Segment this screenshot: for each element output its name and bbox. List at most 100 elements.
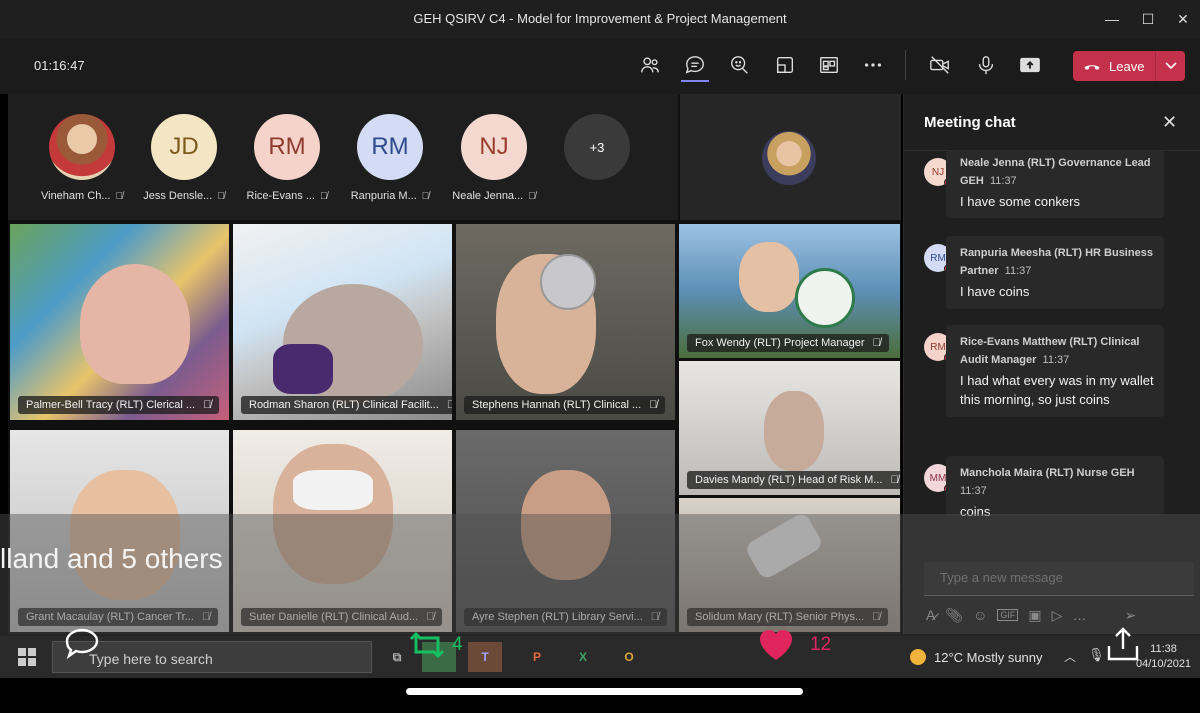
message-time: 11:37 <box>960 485 987 497</box>
share-icon[interactable] <box>1017 52 1043 78</box>
hang-up-icon <box>1083 59 1101 74</box>
participant-avatar[interactable]: RM Rice-Evans ... 🎙̸ <box>237 114 337 202</box>
participant-avatar-row: Vineham Ch... 🎙̸ JD Jess Densle... 🎙̸ RM R… <box>8 94 678 220</box>
participant-name: Vineham Ch... <box>40 190 111 202</box>
tile-label: Davies Mandy (RLT) Head of Risk M... 🎙̸ <box>687 471 900 489</box>
like-count: 12 <box>810 634 832 655</box>
mic-icon[interactable] <box>973 52 999 78</box>
people-icon[interactable] <box>637 52 663 78</box>
tray-mic-icon[interactable]: 🎙︎ <box>1088 647 1105 663</box>
more-participants[interactable]: +3 <box>547 114 647 180</box>
active-tab-indicator <box>681 80 709 82</box>
taskbar-search-input[interactable]: Type here to search <box>52 641 372 673</box>
windows-start-icon[interactable] <box>18 648 36 666</box>
reply-icon[interactable] <box>64 627 100 659</box>
message-text: I had what every was in my wallet this m… <box>960 373 1154 407</box>
mic-off-icon: 🎙̸ <box>217 190 225 202</box>
weather-widget[interactable]: 12°C Mostly sunny <box>910 649 1043 665</box>
message-text: I have some conkers <box>960 194 1080 209</box>
clock-date: 04/10/2021 <box>1136 658 1192 670</box>
avatar-photo <box>49 114 115 180</box>
message-sender: Neale Jenna (RLT) Governance Lead GEH <box>960 157 1151 187</box>
apps-icon[interactable] <box>816 52 842 78</box>
video-tile[interactable]: Davies Mandy (RLT) Head of Risk M... 🎙̸ <box>679 361 900 495</box>
participant-video <box>764 391 824 471</box>
video-tile[interactable]: Stephens Hannah (RLT) Clinical ... 🎙̸ <box>456 224 675 420</box>
meeting-toolbar: 01:16:47 Leave <box>0 38 1200 94</box>
taskbar-clock[interactable]: 11:38 04/10/2021 <box>1136 642 1191 672</box>
coin <box>540 254 596 310</box>
participant-avatar[interactable]: Vineham Ch... 🎙̸ <box>32 114 132 202</box>
avatar-initials: RM <box>357 114 423 180</box>
avatar-initials: RM <box>254 114 320 180</box>
mic-off-icon: 🎙̸ <box>421 190 430 202</box>
mic-off-icon: 🎙̸ <box>446 399 452 411</box>
video-tile[interactable]: Palmer-Bell Tracy (RLT) Clerical ... 🎙̸ <box>10 224 229 420</box>
avatar-initials: JD <box>151 114 217 180</box>
chat-message: NJ Neale Jenna (RLT) Governance Lead GEH… <box>924 150 1164 220</box>
participant-avatar[interactable]: JD Jess Densle... 🎙̸ <box>134 114 234 202</box>
leave-label: Leave <box>1109 58 1145 74</box>
home-indicator[interactable] <box>406 688 803 695</box>
message-time: 11:37 <box>989 175 1017 187</box>
more-icon[interactable] <box>860 52 886 78</box>
message-sender: Manchola Maira (RLT) Nurse GEH <box>960 467 1135 479</box>
message-time: 11:37 <box>1004 265 1032 277</box>
participant-avatar[interactable]: NJ Neale Jenna... 🎙̸ <box>444 114 544 202</box>
like-control[interactable]: 12 <box>758 628 831 662</box>
powerpoint-app-icon[interactable]: P <box>520 642 554 672</box>
teams-app-icon[interactable]: T <box>468 642 502 672</box>
chat-title: Meeting chat <box>924 114 1016 131</box>
message-bubble: Manchola Maira (RLT) Nurse GEH 11:37 coin… <box>946 456 1164 516</box>
video-tile[interactable]: Rodman Sharon (RLT) Clinical Facilit... 🎙… <box>233 224 452 420</box>
close-window-button[interactable]: ✕ <box>1172 8 1194 30</box>
mic-off-icon: 🎙̸ <box>872 337 881 349</box>
maximize-button[interactable]: ☐ <box>1137 8 1159 30</box>
leave-main[interactable]: Leave <box>1073 51 1155 81</box>
rooms-icon[interactable] <box>772 52 798 78</box>
minimize-button[interactable]: — <box>1101 8 1123 30</box>
face-mask <box>293 470 373 510</box>
message-text: I have coins <box>960 284 1030 299</box>
retweet-count: 4 <box>452 634 463 655</box>
participant-video <box>80 264 190 384</box>
windows-taskbar: Type here to search ⧉ T P X O 12°C Mostl… <box>0 636 1200 678</box>
mic-off-icon: 🎙̸ <box>115 190 124 202</box>
system-tray-chevron-icon[interactable]: ︿ <box>1064 648 1076 665</box>
leave-button[interactable]: Leave <box>1073 51 1185 81</box>
retweet-control[interactable]: 4 <box>408 628 463 662</box>
tile-label: Rodman Sharon (RLT) Clinical Facilit... 🎙… <box>241 396 452 414</box>
message-bubble: Ranpuria Meesha (RLT) HR Business Partne… <box>946 236 1164 309</box>
weather-text: 12°C Mostly sunny <box>934 649 1043 665</box>
weather-sun-icon <box>910 649 926 665</box>
participant-name: Jess Densle... <box>143 190 213 202</box>
reactions-icon[interactable] <box>727 52 753 78</box>
ios-home-area <box>0 678 1200 713</box>
message-sender: Ranpuria Meesha (RLT) HR Business Partne… <box>960 247 1153 277</box>
chevron-down-icon[interactable] <box>1156 62 1185 70</box>
caption-overlay <box>0 514 1200 636</box>
mic-off-icon: 🎙̸ <box>203 399 212 411</box>
tile-label: Stephens Hannah (RLT) Clinical ... 🎙̸ <box>464 396 666 414</box>
excel-app-icon[interactable]: X <box>566 642 600 672</box>
participant-name: Ranpuria M... <box>350 190 417 202</box>
outlook-app-icon[interactable]: O <box>612 642 646 672</box>
more-participants-count: +3 <box>564 114 630 180</box>
video-tile[interactable]: Fox Wendy (RLT) Project Manager 🎙̸ <box>679 224 900 358</box>
participant-video <box>739 242 799 312</box>
avatar-initials: NJ <box>461 114 527 180</box>
camera-off-icon[interactable] <box>927 52 953 78</box>
close-icon[interactable]: ✕ <box>1162 112 1177 133</box>
retweet-icon <box>409 631 445 659</box>
share-tweet-icon[interactable] <box>1106 626 1140 662</box>
participant-avatar[interactable]: RM Ranpuria M... 🎙̸ <box>340 114 440 202</box>
tile-label: Palmer-Bell Tracy (RLT) Clerical ... 🎙̸ <box>18 396 220 414</box>
mic-off-icon: 🎙̸ <box>319 190 328 202</box>
chat-message: MM Manchola Maira (RLT) Nurse GEH 11:37 c… <box>924 456 1164 516</box>
chat-message: RM Ranpuria Meesha (RLT) HR Business Par… <box>924 236 1164 309</box>
toolbar-separator <box>905 50 906 80</box>
message-bubble: Neale Jenna (RLT) Governance Lead GEH 11… <box>946 150 1164 218</box>
caption-text: lland and 5 others <box>0 543 223 574</box>
heart-icon <box>760 630 792 660</box>
chat-icon[interactable] <box>682 52 708 78</box>
